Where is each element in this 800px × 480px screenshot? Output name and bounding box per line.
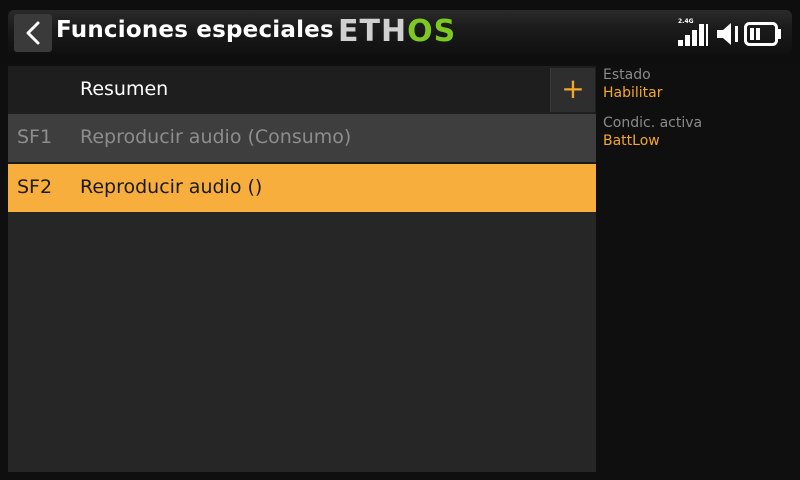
- logo-eth: ETH: [338, 14, 408, 49]
- function-description: Reproducir audio (): [80, 176, 263, 198]
- logo-os: OS: [407, 14, 457, 49]
- summary-row: Resumen +: [8, 66, 596, 114]
- special-functions-list: Resumen + SF1 Reproducir audio (Consumo)…: [8, 66, 596, 472]
- list-item-sf2[interactable]: SF2 Reproducir audio (): [8, 164, 596, 212]
- summary-label: Resumen: [80, 78, 169, 100]
- add-function-button[interactable]: +: [550, 68, 595, 112]
- status-icons: 2.4G: [676, 16, 786, 50]
- chevron-left-icon: [26, 21, 40, 45]
- function-code: SF2: [17, 176, 53, 198]
- page-title: Funciones especiales: [56, 17, 334, 43]
- ethos-logo: ETHOS: [338, 15, 456, 49]
- back-button[interactable]: [14, 14, 52, 52]
- function-details-panel: Estado Habilitar Condic. activa BattLow: [603, 66, 793, 162]
- state-value: Habilitar: [603, 85, 663, 101]
- header-bar: Funciones especiales ETHOS 2.4G: [0, 0, 800, 64]
- condition-value: BattLow: [603, 133, 660, 149]
- function-description: Reproducir audio (Consumo): [80, 126, 352, 148]
- speaker-muted-icon: [717, 23, 738, 45]
- state-label: Estado: [603, 67, 651, 83]
- plus-icon: +: [561, 72, 585, 105]
- list-item-sf1[interactable]: SF1 Reproducir audio (Consumo): [8, 114, 596, 164]
- battery-icon: [744, 22, 781, 46]
- condition-label: Condic. activa: [603, 115, 703, 131]
- signal-bars-icon: [678, 24, 708, 46]
- function-code: SF1: [17, 126, 53, 148]
